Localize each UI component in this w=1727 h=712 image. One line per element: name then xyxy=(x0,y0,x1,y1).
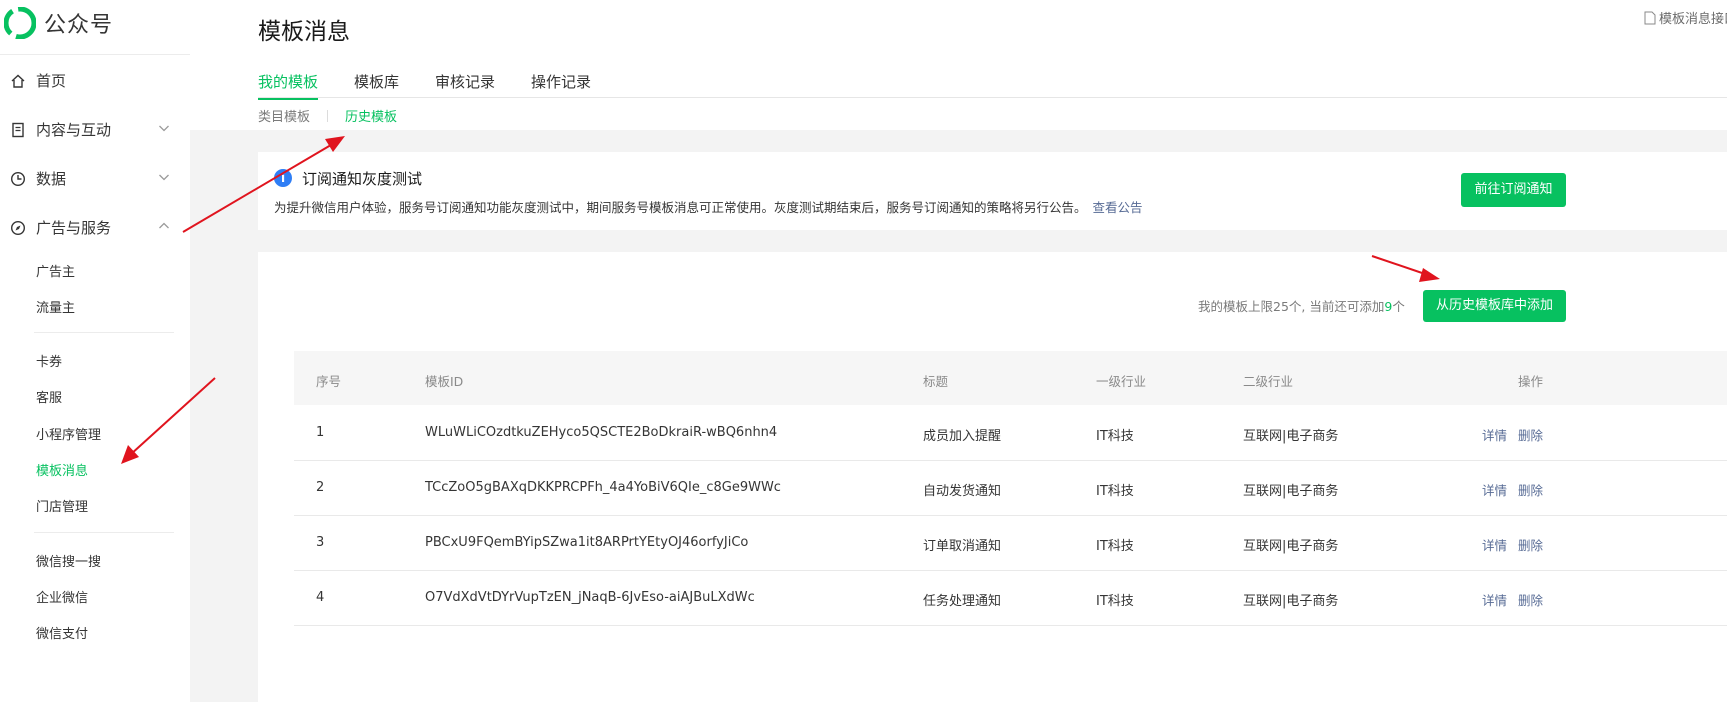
sidebar-item-advertiser[interactable]: 广告主 xyxy=(36,261,75,280)
limit-prefix: 我的模板上限25个, 当前还可添加 xyxy=(1198,299,1385,314)
subtab-category-templates[interactable]: 类目模板 xyxy=(258,106,310,125)
tab-template-library[interactable]: 模板库 xyxy=(354,71,399,98)
sidebar-item-wechat-search[interactable]: 微信搜一搜 xyxy=(36,551,101,570)
cell-template-id: TCcZoO5gBAXqDKKPRCPFh_4a4YoBiV6QIe_c8Ge9… xyxy=(425,480,781,495)
cell-industry2: 互联网|电子商务 xyxy=(1243,429,1339,444)
cell-industry1: IT科技 xyxy=(1096,594,1134,609)
info-icon: i xyxy=(274,169,292,187)
subtab-history-templates[interactable]: 历史模板 xyxy=(345,106,397,125)
doc-link[interactable]: 模板消息接口 xyxy=(1644,8,1727,27)
compass-icon xyxy=(10,220,26,235)
app-name: 公众号 xyxy=(44,13,114,38)
delete-link[interactable]: 删除 xyxy=(1518,590,1543,609)
doc-link-label: 模板消息接口 xyxy=(1658,12,1727,27)
divider xyxy=(0,54,190,55)
tab-my-templates[interactable]: 我的模板 xyxy=(258,71,319,100)
document-icon xyxy=(12,122,24,137)
sidebar-item-coupons[interactable]: 卡券 xyxy=(36,351,62,370)
cell-no: 4 xyxy=(316,590,325,605)
chevron-down-icon xyxy=(159,174,169,181)
cell-industry1: IT科技 xyxy=(1096,484,1134,499)
cell-no: 3 xyxy=(316,535,325,550)
cell-template-id: O7VdXdVtDYrVupTzEN_jNaqB-6JvEso-aiAJBuLX… xyxy=(425,590,755,605)
cell-title: 成员加入提醒 xyxy=(923,429,1002,444)
cell-title: 订单取消通知 xyxy=(923,539,1002,554)
divider xyxy=(34,532,174,533)
sidebar: 公众号 首页 内容与互动 数据 广告与服务 广告主 流量主 卡券 客服 小程序管… xyxy=(0,0,190,702)
delete-link[interactable]: 删除 xyxy=(1518,425,1543,444)
divider xyxy=(258,97,1727,98)
template-limit-text: 我的模板上限25个, 当前还可添加9个 xyxy=(1198,296,1405,315)
column-header-template-id: 模板ID xyxy=(425,374,464,389)
tab-bar: 我的模板 模板库 审核记录 操作记录 xyxy=(258,71,627,100)
cell-title: 任务处理通知 xyxy=(923,594,1002,609)
cell-no: 1 xyxy=(316,425,325,440)
page-title: 模板消息 xyxy=(258,19,350,45)
cell-industry1: IT科技 xyxy=(1096,539,1134,554)
sidebar-item-data[interactable]: 数据 xyxy=(10,168,180,189)
table-row: 4 O7VdXdVtDYrVupTzEN_jNaqB-6JvEso-aiAJBu… xyxy=(294,570,1727,626)
main-content: 模板消息 模板消息接口 我的模板 模板库 审核记录 操作记录 类目模板 历史模板… xyxy=(190,0,1727,712)
table-row: 3 PBCxU9FQemBYipSZwa1it8ARPrtYEtyOJ46orf… xyxy=(294,515,1727,571)
sidebar-item-store-management[interactable]: 门店管理 xyxy=(36,496,88,515)
column-header-industry1: 一级行业 xyxy=(1096,374,1147,389)
limit-suffix: 个 xyxy=(1392,299,1405,314)
delete-link[interactable]: 删除 xyxy=(1518,535,1543,554)
sidebar-item-label: 广告与服务 xyxy=(36,219,112,237)
cell-template-id: WLuWLiCOzdtkuZEHyco5QSCTE2BoDkraiR-wBQ6n… xyxy=(425,425,778,440)
divider xyxy=(327,109,329,122)
divider xyxy=(34,332,174,333)
subtab-bar: 类目模板 历史模板 xyxy=(258,106,397,125)
cell-industry2: 互联网|电子商务 xyxy=(1243,484,1339,499)
sidebar-item-work-wechat[interactable]: 企业微信 xyxy=(36,587,88,606)
add-from-history-button[interactable]: 从历史模板库中添加 xyxy=(1423,290,1566,322)
sidebar-item-home[interactable]: 首页 xyxy=(10,70,180,91)
sidebar-item-content[interactable]: 内容与互动 xyxy=(10,119,180,140)
notice-body: 为提升微信用户体验，服务号订阅通知功能灰度测试中，期间服务号模板消息可正常使用。… xyxy=(274,200,1087,215)
go-subscription-button[interactable]: 前往订阅通知 xyxy=(1461,173,1566,207)
header-area xyxy=(190,0,1727,130)
sidebar-item-label: 内容与互动 xyxy=(36,121,112,139)
view-announcement-link[interactable]: 查看公告 xyxy=(1093,200,1143,215)
detail-link[interactable]: 详情 xyxy=(1482,425,1507,444)
chevron-down-icon xyxy=(159,125,169,132)
cell-industry2: 互联网|电子商务 xyxy=(1243,594,1339,609)
clock-chart-icon xyxy=(10,171,26,186)
cell-industry2: 互联网|电子商务 xyxy=(1243,539,1339,554)
tab-review-records[interactable]: 审核记录 xyxy=(435,71,495,98)
column-header-actions: 操作 xyxy=(1518,374,1544,389)
home-icon xyxy=(11,74,25,88)
table-row: 2 TCcZoO5gBAXqDKKPRCPFh_4a4YoBiV6QIe_c8G… xyxy=(294,460,1727,516)
sidebar-item-customer-service[interactable]: 客服 xyxy=(36,387,62,406)
cell-template-id: PBCxU9FQemBYipSZwa1it8ARPrtYEtyOJ46orfyJ… xyxy=(425,535,749,550)
sidebar-item-label: 数据 xyxy=(36,170,67,188)
detail-link[interactable]: 详情 xyxy=(1482,535,1507,554)
detail-link[interactable]: 详情 xyxy=(1482,480,1507,499)
wechat-oa-logo-icon xyxy=(4,7,36,39)
sidebar-item-label: 首页 xyxy=(36,72,67,90)
sidebar-item-mini-program[interactable]: 小程序管理 xyxy=(36,424,101,443)
table-row: 1 WLuWLiCOzdtkuZEHyco5QSCTE2BoDkraiR-wBQ… xyxy=(294,405,1727,461)
logo[interactable]: 公众号 xyxy=(4,6,113,40)
file-icon xyxy=(1644,11,1656,24)
tab-operation-records[interactable]: 操作记录 xyxy=(531,71,591,98)
sidebar-item-template-message[interactable]: 模板消息 xyxy=(36,460,88,479)
notice-title: 订阅通知灰度测试 xyxy=(302,170,423,188)
notice-text: 为提升微信用户体验，服务号订阅通知功能灰度测试中，期间服务号模板消息可正常使用。… xyxy=(274,197,1143,216)
table-header: 序号 模板ID 标题 一级行业 二级行业 操作 xyxy=(294,351,1727,405)
sidebar-item-publisher[interactable]: 流量主 xyxy=(36,297,75,316)
column-header-no: 序号 xyxy=(316,374,342,389)
cell-industry1: IT科技 xyxy=(1096,429,1134,444)
column-header-industry2: 二级行业 xyxy=(1243,374,1294,389)
delete-link[interactable]: 删除 xyxy=(1518,480,1543,499)
chevron-up-icon xyxy=(159,222,169,229)
column-header-title: 标题 xyxy=(923,374,949,389)
sidebar-item-wechat-pay[interactable]: 微信支付 xyxy=(36,623,88,642)
cell-no: 2 xyxy=(316,480,325,495)
sidebar-item-ads-services[interactable]: 广告与服务 xyxy=(10,217,180,238)
cell-title: 自动发货通知 xyxy=(923,484,1002,499)
detail-link[interactable]: 详情 xyxy=(1482,590,1507,609)
